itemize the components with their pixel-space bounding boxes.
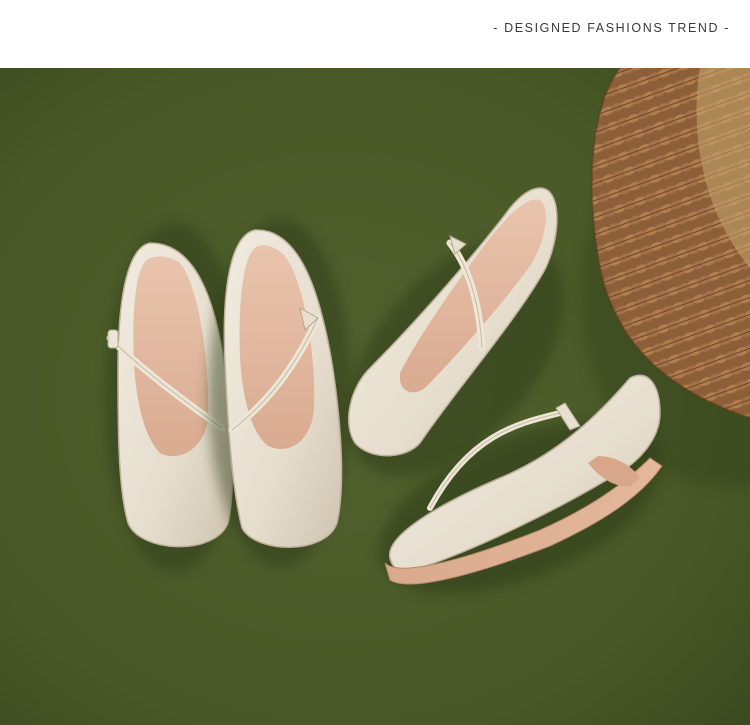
shoe-middle <box>208 218 352 568</box>
product-page: - DESIGNED FASHIONS TREND - <box>0 0 750 725</box>
product-photo-canvas <box>0 68 750 725</box>
product-photo <box>0 68 750 725</box>
header-banner: - DESIGNED FASHIONS TREND - <box>0 0 750 68</box>
tagline: - DESIGNED FASHIONS TREND - <box>493 21 730 35</box>
